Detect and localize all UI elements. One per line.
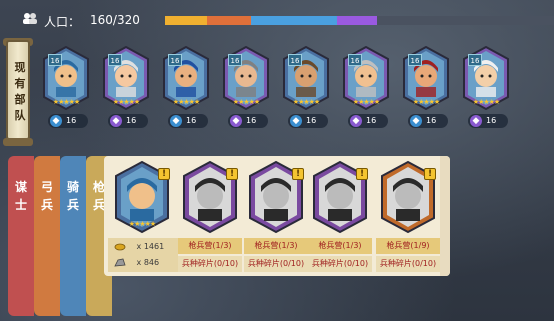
hero-skill: ◆ 16 — [348, 114, 388, 128]
fragment-requirement: 兵种碎片(0/10) — [376, 256, 440, 272]
alert-icon: ! — [356, 168, 368, 180]
fragment-requirement: 兵种碎片(0/10) — [244, 256, 308, 272]
recruit-card[interactable]: ! — [246, 160, 306, 234]
ore-icon — [114, 258, 126, 267]
recruit-card[interactable]: ! — [310, 160, 370, 234]
hero-skill-value: 16 — [426, 116, 437, 125]
hero-card[interactable]: 16 ★★★★★ ◆ 16 — [162, 46, 210, 130]
tab-label: 骑兵 — [66, 180, 79, 212]
hero-skill: ◆ 16 — [168, 114, 208, 128]
hero-card[interactable]: 16 ★★★★★ ◆ 16 — [282, 46, 330, 130]
recruit-requirements: 枪兵营(1/3) 兵种碎片(0/10) — [308, 238, 372, 272]
hero-level-badge: 16 — [468, 54, 482, 66]
hero-card[interactable]: 16 ★★★★★ ◆ 16 — [42, 46, 90, 130]
population-icon — [23, 13, 37, 24]
current-troops-banner: 现有部队 — [6, 40, 30, 140]
shield-icon: ◆ — [410, 115, 422, 127]
population-value: 160/320 — [90, 13, 140, 27]
population-label: 人口： — [44, 15, 81, 29]
shield-icon: ◆ — [470, 115, 482, 127]
hero-level-badge: 16 — [408, 54, 422, 66]
top-bar: 人口： 160/320 — [0, 0, 554, 36]
hero-card[interactable]: 16 ★★★★★ ◆ 16 — [342, 46, 390, 130]
tab-strategist[interactable]: 谋士 — [8, 156, 34, 316]
barracks-requirement: 枪兵营(1/9) — [376, 238, 440, 254]
barracks-requirement: 枪兵营(1/3) — [244, 238, 308, 254]
tab-cavalry[interactable]: 骑兵 — [60, 156, 86, 316]
recruit-card[interactable]: ! — [378, 160, 438, 234]
tab-label: 谋士 — [14, 180, 27, 212]
fragment-requirement: 兵种碎片(0/10) — [308, 256, 372, 272]
hero-skill-value: 16 — [126, 116, 137, 125]
recruit-requirements: 枪兵营(1/3) 兵种碎片(0/10) — [244, 238, 308, 272]
ore-value: x 846 — [136, 258, 160, 267]
cycle-icon: ◆ — [290, 115, 302, 127]
tab-archer[interactable]: 弓兵 — [34, 156, 60, 316]
alert-icon: ! — [424, 168, 436, 180]
tab-label: 弓兵 — [40, 180, 53, 212]
hero-skill-value: 16 — [66, 116, 77, 125]
hero-stars: ★★★★★ — [292, 98, 320, 106]
coin-icon — [114, 243, 126, 251]
hero-level-badge: 16 — [288, 54, 302, 66]
hero-skill: ◆ 16 — [48, 114, 88, 128]
recruit-requirements: 枪兵营(1/3) 兵种碎片(0/10) — [178, 238, 242, 272]
hero-card[interactable]: 16 ★★★★★ ◆ 16 — [222, 46, 270, 130]
recruit-stars: ★★★★★ — [128, 220, 156, 228]
hero-level-badge: 16 — [168, 54, 182, 66]
hero-skill-value: 16 — [366, 116, 377, 125]
fragment-requirement: 兵种碎片(0/10) — [178, 256, 242, 272]
hero-skill: ◆ 16 — [228, 114, 268, 128]
population-bar — [165, 16, 554, 25]
hero-stars: ★★★★★ — [112, 98, 140, 106]
hero-card[interactable]: 16 ★★★★★ ◆ 16 — [102, 46, 150, 130]
population-bar-seg — [337, 16, 377, 25]
population-bar-seg — [207, 16, 251, 25]
hero-level-badge: 16 — [228, 54, 242, 66]
hero-skill: ◆ 16 — [288, 114, 328, 128]
banner-text: 现有部队 — [14, 61, 26, 122]
hero-skill-value: 16 — [246, 116, 257, 125]
hero-card[interactable]: 16 ★★★★★ ◆ 16 — [402, 46, 450, 130]
alert-icon: ! — [226, 168, 238, 180]
banner-rod-bottom — [3, 138, 33, 146]
hero-skill: ◆ 16 — [108, 114, 148, 128]
hero-stars: ★★★★★ — [412, 98, 440, 106]
lightning-icon: ◆ — [110, 115, 122, 127]
hero-card[interactable]: 16 ★★★★★ ◆ 16 — [462, 46, 510, 130]
hero-stars: ★★★★★ — [52, 98, 80, 106]
alert-icon: ! — [158, 168, 170, 180]
ore-row: x 846 — [114, 258, 159, 267]
hero-skill-value: 16 — [306, 116, 317, 125]
hero-stars: ★★★★★ — [472, 98, 500, 106]
coin-row: x 1461 — [114, 242, 164, 251]
hero-stars: ★★★★★ — [172, 98, 200, 106]
hero-level-badge: 16 — [48, 54, 62, 66]
recruit-requirements: 枪兵营(1/9) 兵种碎片(0/10) — [376, 238, 440, 272]
recruit-card[interactable]: ! — [180, 160, 240, 234]
hero-stars: ★★★★★ — [352, 98, 380, 106]
heart-icon: ◆ — [350, 115, 362, 127]
population-bar-seg — [251, 16, 337, 25]
star-badge-icon: ◆ — [50, 115, 62, 127]
hero-skill: ◆ 16 — [468, 114, 508, 128]
recruit-panel: ! ! 枪兵营(1/3) 兵种碎片(0/10) ! 枪兵营(1/3) 兵种碎片(… — [104, 156, 450, 276]
hero-stars: ★★★★★ — [232, 98, 260, 106]
barracks-requirement: 枪兵营(1/3) — [178, 238, 242, 254]
panel-edge — [440, 156, 450, 276]
lightning-icon: ◆ — [230, 115, 242, 127]
hero-skill-value: 16 — [486, 116, 497, 125]
hero-level-badge: 16 — [348, 54, 362, 66]
arrow-up-icon: ◆ — [170, 115, 182, 127]
coin-value: x 1461 — [136, 242, 165, 251]
hero-level-badge: 16 — [108, 54, 122, 66]
alert-icon: ! — [292, 168, 304, 180]
hero-skill-value: 16 — [186, 116, 197, 125]
barracks-requirement: 枪兵营(1/3) — [308, 238, 372, 254]
resource-stock: x 1461 x 846 — [108, 238, 178, 272]
population-bar-seg — [165, 16, 207, 25]
hero-skill: ◆ 16 — [408, 114, 448, 128]
